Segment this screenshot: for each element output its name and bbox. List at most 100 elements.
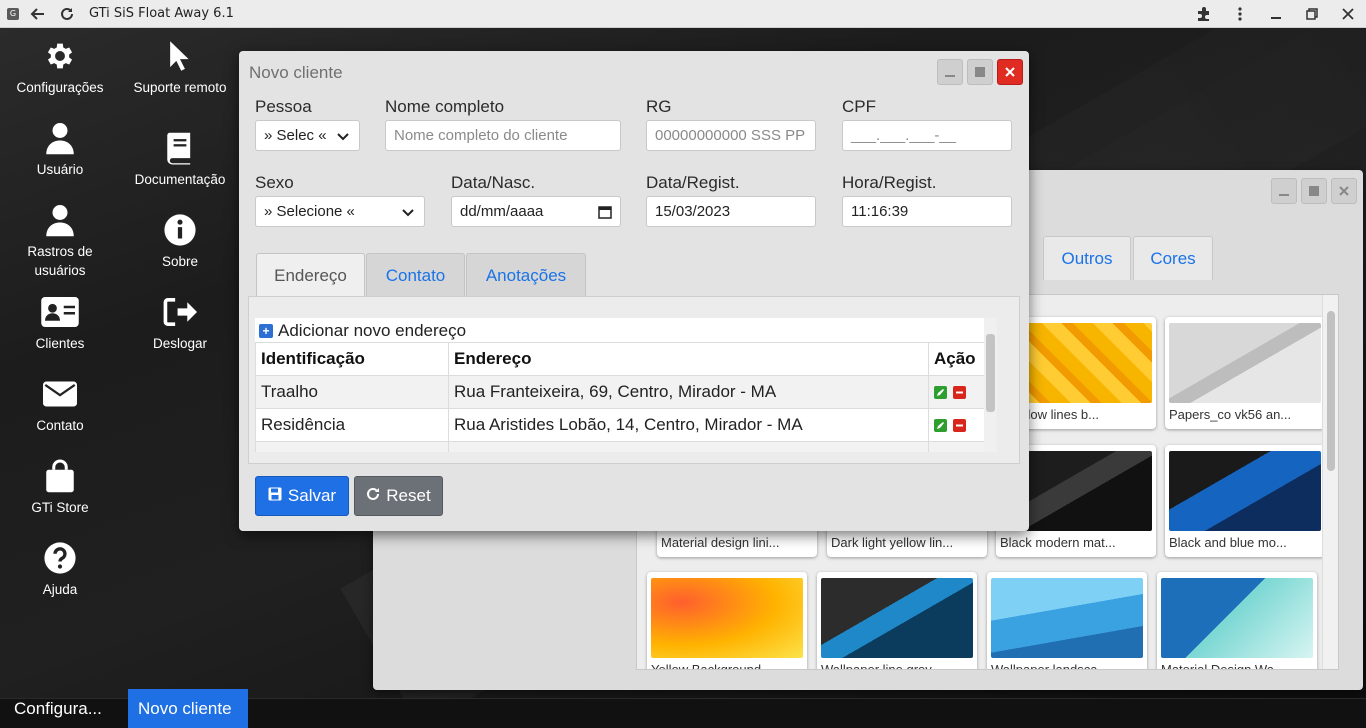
extension-puzzle-icon[interactable] xyxy=(1186,0,1222,28)
chevron-down-icon xyxy=(402,205,414,222)
browser-bar: G GTi SiS Float Away 6.1 xyxy=(0,0,1366,28)
tab-outros[interactable]: Outros xyxy=(1043,236,1131,280)
wallpaper-caption: Material design lini... xyxy=(661,535,780,550)
nasc-label: Data/Nasc. xyxy=(451,173,536,192)
data-nasc-placeholder: dd/mm/aaaa xyxy=(460,203,544,220)
envelope-icon xyxy=(5,374,115,414)
reset-button[interactable]: Reset xyxy=(354,476,443,516)
col-endereco: Endereço xyxy=(448,342,929,376)
save-button[interactable]: Salvar xyxy=(255,476,349,516)
minimize-button[interactable] xyxy=(1271,178,1297,204)
desktop-icon-label: GTi Store xyxy=(31,500,89,515)
hora-regist-input[interactable]: 11:16:39 xyxy=(842,196,1012,227)
delete-icon[interactable] xyxy=(953,386,966,400)
desktop-icon-label: Clientes xyxy=(35,336,85,351)
close-button[interactable] xyxy=(997,59,1023,85)
wallpaper-caption: Wallpaper line grey... xyxy=(821,662,942,670)
desktop-icon-contato[interactable]: Contato xyxy=(5,374,115,435)
table-row xyxy=(255,441,997,452)
cpf-input[interactable]: ___.___.___-__ xyxy=(842,120,1012,151)
logout-icon xyxy=(125,292,235,332)
calendar-icon[interactable] xyxy=(598,205,612,223)
gallery-scrollbar[interactable] xyxy=(1322,295,1338,669)
address-scrollbar[interactable] xyxy=(984,318,997,452)
cell-endereco: Rua Aristides Lobão, 14, Centro, Mirador… xyxy=(448,408,929,442)
table-row[interactable]: Residência Rua Aristides Lobão, 14, Cent… xyxy=(255,408,997,442)
wallpaper-thumbnail xyxy=(651,578,803,658)
address-table: Identificação Endereço Ação Traalho Rua … xyxy=(255,342,997,452)
tab-contato[interactable]: Contato xyxy=(366,253,465,297)
wallpaper-caption: Black and blue mo... xyxy=(1169,535,1287,550)
wallpaper-caption: Wallpaper landsca... xyxy=(991,662,1109,670)
minimize-icon[interactable] xyxy=(1258,0,1294,28)
cell-identificacao: Traalho xyxy=(255,375,449,409)
user-icon xyxy=(5,200,115,240)
desktop-icon-clientes[interactable]: Clientes xyxy=(5,292,115,353)
refresh-icon xyxy=(366,486,380,506)
desktop-icon-usuario[interactable]: Usuário xyxy=(5,118,115,179)
reset-label: Reset xyxy=(386,486,431,505)
desktop-icon-configuracoes[interactable]: Configurações xyxy=(5,36,115,97)
taskbar-item-novo-cliente[interactable]: Novo cliente xyxy=(128,689,248,728)
taskbar-item-configuracoes[interactable]: Configura... xyxy=(4,689,122,728)
delete-icon[interactable] xyxy=(953,419,966,433)
cursor-icon xyxy=(125,36,235,76)
desktop-icon-suporte-remoto[interactable]: Suporte remoto xyxy=(125,36,235,97)
dialog-titlebar[interactable]: Novo cliente xyxy=(239,51,1029,93)
edit-icon[interactable] xyxy=(934,386,947,400)
tab-anotacoes[interactable]: Anotações xyxy=(466,253,586,297)
desktop-icon-label: Usuário xyxy=(36,162,84,177)
desktop-icon-documentacao[interactable]: Documentação xyxy=(125,128,235,189)
pessoa-select[interactable]: » Selec « xyxy=(255,120,360,151)
back-arrow-icon[interactable] xyxy=(28,4,48,24)
desktop-icon-label: Rastros de usuários xyxy=(27,244,93,278)
table-header-row: Identificação Endereço Ação xyxy=(255,342,997,376)
wallpaper-card[interactable]: Material Design Wa... xyxy=(1157,572,1317,669)
wallpaper-thumbnail xyxy=(1161,578,1313,658)
desktop-icon-label: Configurações xyxy=(16,80,104,95)
tab-cores[interactable]: Cores xyxy=(1133,236,1213,280)
data-nasc-input[interactable]: dd/mm/aaaa xyxy=(451,196,621,227)
wallpaper-card[interactable]: Wallpaper landsca... xyxy=(987,572,1147,670)
tab-endereco[interactable]: Endereço xyxy=(256,253,365,297)
restore-icon[interactable] xyxy=(1294,0,1330,28)
wallpaper-caption: Yellow Background... xyxy=(651,662,772,670)
wallpaper-card[interactable]: Black and blue mo... xyxy=(1165,445,1325,557)
novo-cliente-dialog: Novo cliente Pessoa » Selec « Nome compl… xyxy=(239,51,1029,531)
cell-identificacao: Residência xyxy=(255,408,449,442)
browser-title: GTi SiS Float Away 6.1 xyxy=(89,6,234,21)
desktop-icon-ajuda[interactable]: Ajuda xyxy=(5,538,115,599)
edit-icon[interactable] xyxy=(934,419,947,433)
reload-icon[interactable] xyxy=(57,4,77,24)
desktop-icon-deslogar[interactable]: Deslogar xyxy=(125,292,235,353)
data-regist-input[interactable]: 15/03/2023 xyxy=(646,196,816,227)
chevron-down-icon xyxy=(337,129,349,146)
add-address-link[interactable]: + Adicionar novo endereço xyxy=(259,320,466,342)
desktop-icon-sobre[interactable]: Sobre xyxy=(125,210,235,271)
rg-input[interactable]: 00000000000 SSS PP xyxy=(646,120,816,151)
sexo-select[interactable]: » Selecione « xyxy=(255,196,425,227)
maximize-button[interactable] xyxy=(1301,178,1327,204)
desktop-icon-rastros[interactable]: Rastros de usuários xyxy=(5,200,115,280)
wallpaper-card[interactable]: Papers_co vk56 an... xyxy=(1165,317,1325,429)
maximize-button[interactable] xyxy=(967,59,993,85)
close-icon[interactable] xyxy=(1330,0,1366,28)
desktop-icon-label: Deslogar xyxy=(152,336,208,351)
kebab-menu-icon[interactable] xyxy=(1222,0,1258,28)
gear-icon xyxy=(5,36,115,76)
rg-label: RG xyxy=(646,97,672,116)
hora-label: Hora/Regist. xyxy=(842,173,937,192)
wallpaper-thumbnail xyxy=(991,578,1143,658)
table-row[interactable]: Traalho Rua Franteixeira, 69, Centro, Mi… xyxy=(255,375,997,409)
minimize-button[interactable] xyxy=(937,59,963,85)
wallpaper-card[interactable]: Yellow Background... xyxy=(647,572,807,670)
wallpaper-card[interactable]: Wallpaper line grey... xyxy=(817,572,977,670)
regist-label: Data/Regist. xyxy=(646,173,740,192)
nome-completo-input[interactable]: Nome completo do cliente xyxy=(385,120,621,151)
desktop-icon-label: Contato xyxy=(36,418,84,433)
wallpaper-caption: Dark light yellow lin... xyxy=(831,535,954,550)
close-button[interactable] xyxy=(1331,178,1357,204)
cpf-label: CPF xyxy=(842,97,876,116)
pessoa-value: » Selec « xyxy=(264,127,327,144)
desktop-icon-gti-store[interactable]: GTi Store xyxy=(5,456,115,517)
